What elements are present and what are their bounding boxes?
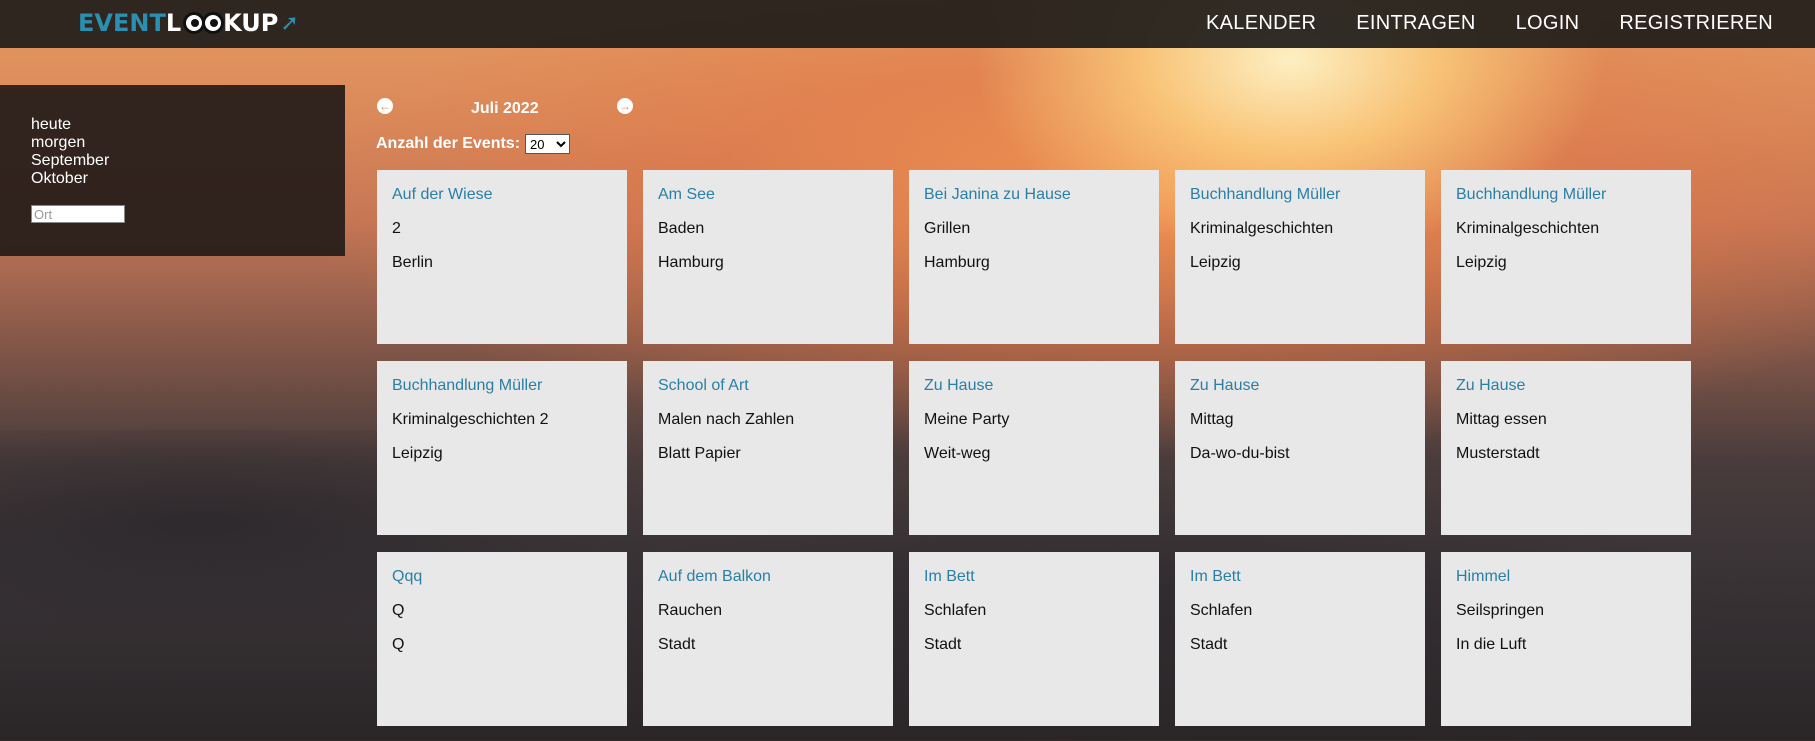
event-place[interactable]: Zu Hause xyxy=(1456,377,1676,395)
event-card[interactable]: Zu Hause Mittag Da-wo-du-bist xyxy=(1175,361,1425,535)
event-city: Hamburg xyxy=(658,254,724,271)
event-city: Blatt Papier xyxy=(658,445,741,462)
date-filter-list: heute morgen September Oktober xyxy=(31,116,109,188)
event-card[interactable]: Buchhandlung Müller Kriminalgeschichten Le… xyxy=(1441,170,1691,344)
filter-sidebar: heute morgen September Oktober xyxy=(0,85,345,256)
event-place[interactable]: Zu Hause xyxy=(924,377,1144,395)
event-place[interactable]: Im Bett xyxy=(924,568,1144,586)
filter-heute[interactable]: heute xyxy=(31,116,109,134)
event-card[interactable]: Auf der Wiese 2 Berlin xyxy=(377,170,627,344)
nav-eintragen[interactable]: EINTRAGEN xyxy=(1356,12,1475,35)
event-place[interactable]: Am See xyxy=(658,186,878,204)
event-title: Schlafen xyxy=(1190,602,1253,619)
event-city: Stadt xyxy=(658,636,696,653)
filter-morgen[interactable]: morgen xyxy=(31,134,109,152)
event-title: 2 xyxy=(392,220,401,237)
event-card[interactable]: Auf dem Balkon Rauchen Stadt xyxy=(643,552,893,726)
event-place[interactable]: Auf dem Balkon xyxy=(658,568,878,586)
event-title: Mittag xyxy=(1190,411,1234,428)
event-title: Baden xyxy=(658,220,705,237)
event-title: Rauchen xyxy=(658,602,723,619)
event-card[interactable]: Zu Hause Meine Party Weit-weg xyxy=(909,361,1159,535)
event-place[interactable]: Himmel xyxy=(1456,568,1676,586)
event-card[interactable]: School of Art Malen nach Zahlen Blatt Papi… xyxy=(643,361,893,535)
event-title: Malen nach Zahlen xyxy=(658,411,795,428)
event-city: Da-wo-du-bist xyxy=(1190,445,1290,462)
event-city: Berlin xyxy=(392,254,433,271)
event-place[interactable]: Buchhandlung Müller xyxy=(1456,186,1676,204)
event-place[interactable]: Buchhandlung Müller xyxy=(1190,186,1410,204)
event-grid: Auf der Wiese 2 Berlin Am See Baden Hamburg … xyxy=(377,170,1691,726)
event-card[interactable]: Im Bett Schlafen Stadt xyxy=(1175,552,1425,726)
event-place[interactable]: Auf der Wiese xyxy=(392,186,612,204)
event-card[interactable]: Zu Hause Mittag essen Musterstadt xyxy=(1441,361,1691,535)
event-title: Kriminalgeschichten xyxy=(1456,220,1600,237)
event-city: Leipzig xyxy=(392,445,443,462)
event-count-select[interactable]: 20 xyxy=(525,134,571,154)
nav-kalender[interactable]: KALENDER xyxy=(1206,12,1316,35)
ort-input[interactable] xyxy=(31,205,125,223)
event-card[interactable]: Qqq Q Q xyxy=(377,552,627,726)
event-card[interactable]: Bei Janina zu Hause Grillen Hamburg xyxy=(909,170,1159,344)
month-navigator: ← Juli 2022 → xyxy=(376,97,633,121)
arrow-up-right-icon: ➚ xyxy=(280,10,299,36)
event-card[interactable]: Am See Baden Hamburg xyxy=(643,170,893,344)
event-title: Schlafen xyxy=(924,602,987,619)
event-title: Grillen xyxy=(924,220,971,237)
main-nav: KALENDER EINTRAGEN LOGIN REGISTRIEREN xyxy=(1206,12,1773,35)
event-place[interactable]: Zu Hause xyxy=(1190,377,1410,395)
prev-month-arrow-icon[interactable]: ← xyxy=(377,98,393,114)
event-title: Seilspringen xyxy=(1456,602,1545,619)
event-card[interactable]: Im Bett Schlafen Stadt xyxy=(909,552,1159,726)
logo[interactable]: EVENT L KUP ➚ xyxy=(78,4,299,42)
logo-eyes-icon xyxy=(183,12,225,34)
event-city: Hamburg xyxy=(924,254,990,271)
event-place[interactable]: Qqq xyxy=(392,568,612,586)
event-city: Musterstadt xyxy=(1456,445,1540,462)
event-card[interactable]: Buchhandlung Müller Kriminalgeschichten Le… xyxy=(1175,170,1425,344)
event-city: Stadt xyxy=(924,636,962,653)
event-place[interactable]: Bei Janina zu Hause xyxy=(924,186,1144,204)
nav-registrieren[interactable]: REGISTRIEREN xyxy=(1619,12,1773,35)
nav-login[interactable]: LOGIN xyxy=(1516,12,1580,35)
event-title: Kriminalgeschichten xyxy=(1190,220,1334,237)
event-title: Mittag essen xyxy=(1456,411,1547,428)
event-card[interactable]: Himmel Seilspringen In die Luft xyxy=(1441,552,1691,726)
event-city: Stadt xyxy=(1190,636,1228,653)
event-city: Leipzig xyxy=(1456,254,1507,271)
next-month-arrow-icon[interactable]: → xyxy=(617,98,633,114)
event-place[interactable]: Im Bett xyxy=(1190,568,1410,586)
event-city: Leipzig xyxy=(1190,254,1241,271)
event-card[interactable]: Buchhandlung Müller Kriminalgeschichten 2… xyxy=(377,361,627,535)
event-title: Meine Party xyxy=(924,411,1010,428)
filter-oktober[interactable]: Oktober xyxy=(31,170,109,188)
month-label: Juli 2022 xyxy=(471,100,539,117)
event-place[interactable]: Buchhandlung Müller xyxy=(392,377,612,395)
event-place[interactable]: School of Art xyxy=(658,377,878,395)
top-bar: EVENT L KUP ➚ KALENDER EINTRAGEN LOGIN REG… xyxy=(0,0,1815,48)
event-city: Weit-weg xyxy=(924,445,991,462)
event-city: In die Luft xyxy=(1456,636,1527,653)
event-city: Q xyxy=(392,636,405,653)
event-count-control: Anzahl der Events: 20 xyxy=(376,134,571,154)
filter-september[interactable]: September xyxy=(31,152,109,170)
event-title: Q xyxy=(392,602,405,619)
event-count-label: Anzahl der Events: xyxy=(376,135,521,152)
event-title: Kriminalgeschichten 2 xyxy=(392,411,549,428)
